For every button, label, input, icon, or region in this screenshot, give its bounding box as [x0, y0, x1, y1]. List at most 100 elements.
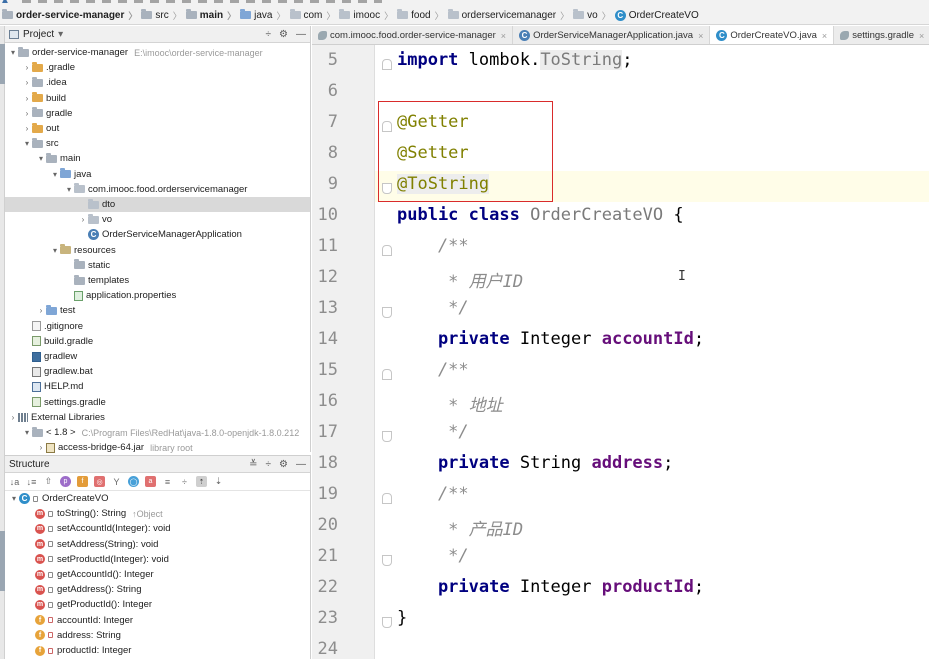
- tree-item[interactable]: C OrderServiceManagerApplication: [5, 227, 310, 242]
- sort-by-visibility-icon[interactable]: ↓≡: [26, 476, 37, 487]
- fold-marker-icon[interactable]: [382, 617, 392, 628]
- collapse-icon[interactable]: ÷: [179, 476, 190, 487]
- show-lambdas-icon[interactable]: Y: [111, 476, 122, 487]
- editor-tab[interactable]: settings.gradle ×: [834, 26, 929, 44]
- structure-field-item[interactable]: f accountId: Integer: [5, 613, 310, 628]
- fold-marker-icon[interactable]: [382, 59, 392, 70]
- close-tab-icon[interactable]: ×: [822, 31, 827, 41]
- tree-item[interactable]: gradlew: [5, 349, 310, 364]
- tree-item[interactable]: › access-bridge-64.jar library root: [5, 440, 310, 455]
- tree-item[interactable]: ▾ com.imooc.food.orderservicemanager: [5, 182, 310, 197]
- gear-icon[interactable]: ⚙: [279, 459, 288, 470]
- hide-panel-icon[interactable]: —: [296, 459, 306, 470]
- tree-item[interactable]: ▾ resources: [5, 243, 310, 258]
- tree-item[interactable]: ▾ order-service-manager E:\imooc\order-ser…: [5, 45, 310, 60]
- show-anonymous-icon[interactable]: ◯: [128, 476, 139, 487]
- structure-method-item[interactable]: m getAccountId(): Integer: [5, 567, 310, 582]
- code-line[interactable]: import lombok.ToString;: [397, 50, 632, 70]
- expand-arrow-icon[interactable]: ›: [78, 215, 88, 224]
- show-properties-icon[interactable]: p: [60, 476, 71, 487]
- code-line[interactable]: private Integer accountId;: [397, 329, 704, 349]
- expand-arrow-icon[interactable]: ›: [36, 306, 46, 315]
- tree-item[interactable]: static: [5, 258, 310, 273]
- breadcrumb-item[interactable]: com 〉: [289, 9, 340, 22]
- code-line[interactable]: public class OrderCreateVO {: [397, 205, 684, 225]
- expand-arrow-icon[interactable]: ›: [22, 94, 32, 103]
- tree-item[interactable]: templates: [5, 273, 310, 288]
- code-line[interactable]: }: [397, 608, 407, 628]
- show-inherited-icon[interactable]: ⇧: [43, 476, 54, 487]
- breadcrumb-item[interactable]: src 〉: [141, 9, 185, 22]
- structure-field-item[interactable]: f productId: Integer: [5, 643, 310, 658]
- tree-item[interactable]: ▾ main: [5, 151, 310, 166]
- code-line[interactable]: private Integer productId;: [397, 577, 704, 597]
- tree-item[interactable]: gradlew.bat: [5, 364, 310, 379]
- autoscroll-to-source-icon[interactable]: ⇡: [196, 476, 207, 487]
- structure-method-item[interactable]: m setProductId(Integer): void: [5, 552, 310, 567]
- expand-arrow-icon[interactable]: ▾: [50, 246, 60, 255]
- tree-item[interactable]: ▾ src: [5, 136, 310, 151]
- fold-marker-icon[interactable]: [382, 183, 392, 194]
- code-line[interactable]: private String address;: [397, 453, 673, 473]
- expand-arrow-icon[interactable]: ›: [22, 63, 32, 72]
- fold-marker-icon[interactable]: [382, 121, 392, 132]
- structure-method-item[interactable]: m toString(): String ↑Object: [5, 506, 310, 521]
- expand-arrow-icon[interactable]: ▾: [36, 154, 46, 163]
- expand-arrow-icon[interactable]: ▾: [8, 48, 18, 57]
- structure-class-row[interactable]: ▾ C OrderCreateVO: [9, 491, 314, 506]
- code-line[interactable]: * 产品ID: [397, 515, 523, 540]
- tree-item[interactable]: ▾ < 1.8 > C:\Program Files\RedHat\java-1.8…: [5, 425, 310, 440]
- editor-tab[interactable]: com.imooc.food.order-service-manager ×: [312, 26, 514, 44]
- expand-arrow-icon[interactable]: ▾: [22, 428, 32, 437]
- code-line[interactable]: /**: [397, 236, 469, 256]
- fold-marker-icon[interactable]: [382, 493, 392, 504]
- breadcrumb-item[interactable]: C OrderCreateVO: [614, 9, 699, 21]
- code-line[interactable]: * 地址: [397, 391, 502, 416]
- fold-marker-icon[interactable]: [382, 307, 392, 318]
- code-line[interactable]: */: [397, 298, 468, 318]
- editor-tab[interactable]: C OrderCreateVO.java ×: [710, 26, 835, 44]
- code-line[interactable]: /**: [397, 484, 469, 504]
- tree-item[interactable]: › build: [5, 91, 310, 106]
- tree-item[interactable]: › test: [5, 303, 310, 318]
- expand-arrow-icon[interactable]: ›: [36, 443, 46, 452]
- expand-arrow-icon[interactable]: ›: [8, 413, 18, 422]
- tree-item[interactable]: ▾ java: [5, 167, 310, 182]
- breadcrumb-item[interactable]: order-service-manager 〉: [2, 9, 141, 22]
- expand-icon[interactable]: ≡: [162, 476, 173, 487]
- breadcrumb-item[interactable]: orderservicemanager 〉: [447, 9, 574, 22]
- expand-arrow-icon[interactable]: ▾: [50, 170, 60, 179]
- autoscroll-from-source-icon[interactable]: ⇣: [213, 476, 224, 487]
- show-non-public-icon[interactable]: ◎: [94, 476, 105, 487]
- tree-item[interactable]: HELP.md: [5, 379, 310, 394]
- tree-item[interactable]: .gitignore: [5, 319, 310, 334]
- fold-marker-icon[interactable]: [382, 431, 392, 442]
- code-editor[interactable]: 5 6 7 8 9 10 11 12 13 14 15 16 17 18 19 20 21 22 23 24 impo…: [312, 45, 929, 659]
- expand-arrow-icon[interactable]: ›: [22, 124, 32, 133]
- tree-item[interactable]: application.properties: [5, 288, 310, 303]
- fold-marker-icon[interactable]: [382, 369, 392, 380]
- tree-item[interactable]: › External Libraries: [5, 410, 310, 425]
- show-annotations-icon[interactable]: a: [145, 476, 156, 487]
- structure-field-item[interactable]: f address: String: [5, 628, 310, 643]
- tree-item[interactable]: dto: [5, 197, 310, 212]
- tree-item[interactable]: settings.gradle: [5, 395, 310, 410]
- fold-marker-icon[interactable]: [382, 245, 392, 256]
- breadcrumb-item[interactable]: food 〉: [397, 9, 447, 22]
- structure-method-item[interactable]: m getAddress(): String: [5, 582, 310, 597]
- breadcrumb-item[interactable]: imooc 〉: [339, 9, 397, 22]
- structure-method-item[interactable]: m getProductId(): Integer: [5, 597, 310, 612]
- tree-item[interactable]: › out: [5, 121, 310, 136]
- collapse-all-icon[interactable]: ÷: [266, 459, 272, 470]
- collapse-all-icon[interactable]: ÷: [266, 29, 272, 40]
- close-tab-icon[interactable]: ×: [501, 31, 506, 41]
- expand-arrow-icon[interactable]: ▾: [64, 185, 74, 194]
- code-line[interactable]: */: [397, 422, 468, 442]
- code-line[interactable]: /**: [397, 360, 469, 380]
- tree-item[interactable]: › .gradle: [5, 60, 310, 75]
- structure-method-item[interactable]: m setAddress(String): void: [5, 537, 310, 552]
- tree-item[interactable]: build.gradle: [5, 334, 310, 349]
- code-line[interactable]: */: [397, 546, 468, 566]
- fold-marker-icon[interactable]: [382, 555, 392, 566]
- gear-icon[interactable]: ⚙: [279, 29, 288, 40]
